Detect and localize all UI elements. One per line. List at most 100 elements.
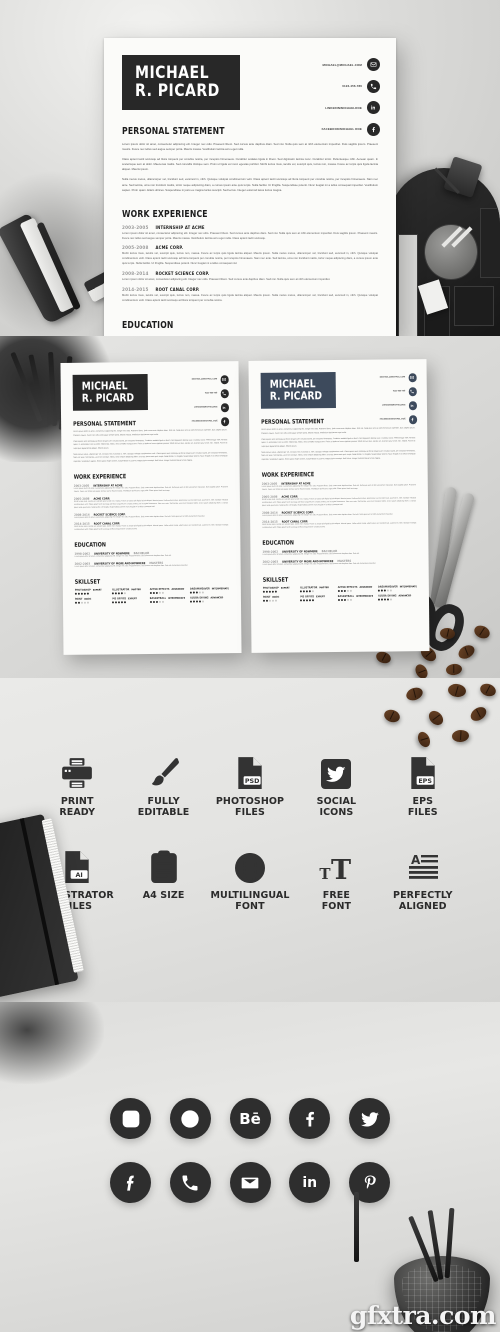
feature-label-line2: ICONS [319,806,354,818]
education-entry: 1998-2002 UNIVERSITY OF NOWHERE BACHELOR L… [262,549,416,558]
education-entry: 1998-2002 UNIVERSITY OF NOWHERE BACHELOR L… [74,551,228,560]
experience-entry: 2014-2015 ROOT CANAL CORP. Morbi lectus … [122,287,378,304]
feature-label-line1: SOCIAL [316,796,357,807]
statement-paragraph: Nulla metus metus, ullamcorper vel, tinc… [261,450,416,461]
education-description: Lorem ipsum dolor sit amet, consectetur … [74,564,188,568]
education-entry: 2002-2003 UNIVERSITY OF MORE AND NOWHERE M… [75,560,229,569]
name-line-2: R. PICARD [81,390,135,405]
feature-label: FREE FONT [322,890,351,912]
dribbble-icon[interactable] [169,1098,211,1139]
statement-paragraph: Class aptent taciti sociosqu ad litora t… [73,439,228,450]
experience-entry: 2005-2008 ACME CORP. Morbi lectus risus,… [122,245,378,267]
skill-rating [337,599,373,602]
feature-item: FULLY EDITABLE [120,748,206,818]
experience-entry: 2005-2008 ACME CORP. Morbi lectus risus, … [74,495,228,510]
phone-icon[interactable] [169,1162,211,1203]
skill-name: AFTER EFFECTS [337,586,358,590]
feature-label: SOCIAL ICONS [316,796,357,818]
skill-rating [112,592,144,595]
shadow-overlay [0,1002,104,1084]
skill-item: MS OFFICE EXPERT [300,595,332,602]
behance-icon[interactable]: Bē [229,1098,271,1139]
skill-item: BASKETBALL INTERMEDIATE [149,596,186,604]
mail-icon [367,58,380,71]
feature-label-line1: PHOTOSHOP [215,796,285,807]
skill-level: EXPERT [92,588,102,592]
feature-label-line2: FILES [235,806,265,818]
contact-text: LINKEDIN/MICHAELDOE [193,406,218,409]
contact-text: 0123-456-786 [392,390,406,393]
skill-item: ILLUSTRATOR MASTER [112,588,144,595]
experience-description: Lorem ipsum dolor sit amet, consectetur … [122,231,378,240]
mail-icon [220,375,229,384]
feature-item: PSD PHOTOSHOP FILES [207,748,293,818]
experience-description: Morbi lectus risus, iaculis vel, suscipi… [262,522,417,530]
education-description: Lorem ipsum dolor sit amet, consectetur … [262,553,360,557]
facebook-icon [408,415,418,424]
skill-name: DREAMWEAVER [378,585,398,589]
skill-name: MS OFFICE [300,595,315,599]
skill-name: BASKETBALL [149,597,167,601]
contact-text: FACEBOOK/MICHAEL DOE [191,420,218,423]
feature-label-line1: FULLY [147,796,180,807]
contact-row: LINKEDIN/MICHAELDOE [345,401,417,410]
feature-item: SOCIAL ICONS [293,748,379,818]
facebook-icon[interactable] [289,1098,331,1139]
facebook-script-icon[interactable] [110,1162,151,1203]
linkedin-label: in [302,1174,318,1191]
section-heading-skillset: SKILLSET [74,578,101,587]
skill-rating [190,591,229,594]
typography-icon: TT [318,842,354,884]
feature-label-line2: EDITABLE [137,806,190,818]
experience-entry: 2005-2008 ACME CORP. Morbi lectus risus, … [262,493,416,508]
experience-description: Lorem ipsum dolor sit amet, consectetur … [261,484,416,491]
skill-rating [149,592,185,595]
contact-text: 0123-456-786 [342,84,362,88]
skill-item: AFTER EFFECTS ADVANCED [149,588,185,595]
experience-entry: 2003-2005 INTERNSHIP AT ACME Lorem ipsum… [122,225,378,242]
experience-title: ROOT CANAL CORP. [155,286,200,292]
twitter-icon[interactable] [349,1098,390,1139]
skill-name: MS OFFICE [112,597,127,601]
feature-label: FULLY EDITABLE [137,796,190,818]
contact-text: LINKEDIN/MICHAELDOE [325,105,362,110]
experience-description: Morbi lectus risus, iaculis vel, suscipi… [122,252,378,266]
skill-rating [300,599,332,602]
skill-item: PAINT BASIC [75,598,107,605]
facebook-icon [220,417,230,426]
experience-entry: 2003-2005 INTERNSHIP AT ACME Lorem ipsum … [262,480,416,492]
instagram-icon[interactable] [110,1098,151,1139]
linkedin-icon[interactable]: in [289,1162,331,1203]
skill-rating [190,600,229,603]
experience-entry: 2008-2014 ROCKET SCIENCE CORP. Lorem ipsu… [262,509,416,518]
skill-name: PAINT [262,595,271,600]
phone-icon [367,79,380,93]
education-description: Lorem ipsum dolor sit amet, consectetur … [74,555,172,559]
skill-level: BASIC [272,595,280,599]
feature-label: PRINT READY [59,796,95,818]
name-line-2: R. PICARD [269,388,323,403]
resume-sheet-blue-variant: MICHAEL R. PICARD PERSONAL STATEMENT Lor… [248,359,430,653]
skill-level: MASTER [319,586,329,590]
feature-label-line1: MULTILINGUAL [210,890,290,902]
skill-level: ADVANCED [359,585,373,590]
skill-item: ILLUSTRATOR MASTER [300,586,332,593]
section-heading-skillset: SKILLSET [262,576,289,585]
feature-label: MULTILINGUAL FONT [210,890,290,912]
skill-rating [262,590,295,594]
contact-row: LINKEDIN/MICHAELDOE [157,403,229,412]
section-heading-work-experience: WORK EXPERIENCE [73,473,127,481]
skill-level: EXPERT [280,586,290,590]
section-heading-education: EDUCATION [122,319,174,331]
feature-label-line1: FREE [322,890,350,902]
skill-level: INTERMEDIATE [167,596,186,601]
resume-sheet-dark-variant: MICHAEL R. PICARD PERSONAL STATEMENT Lor… [60,361,242,655]
envelope-icon[interactable] [229,1162,271,1203]
psd-file-icon: PSD [234,748,266,790]
behance-label: Bē [239,1109,261,1128]
experience-description: Morbi lectus risus, iaculis vel, suscipi… [73,498,228,509]
desk-organizer-prop [388,168,500,336]
skill-rating [262,599,295,603]
feature-label-line1: PERFECTLY [393,890,453,902]
skill-item: BASKETBALL INTERMEDIATE [337,595,373,602]
